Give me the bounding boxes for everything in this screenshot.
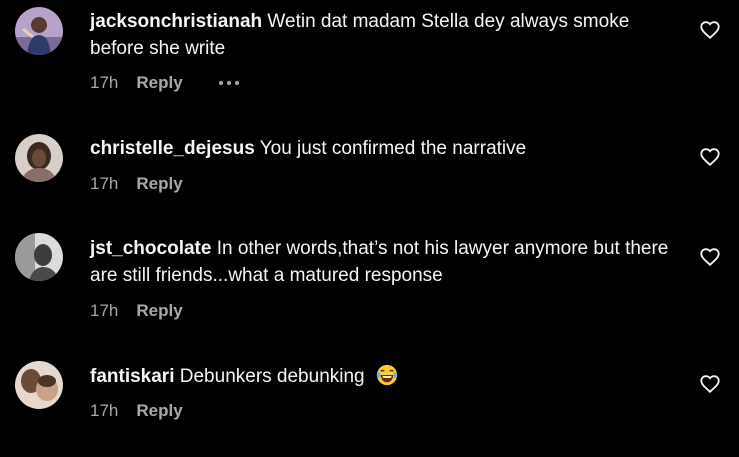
heart-outline-icon[interactable] bbox=[699, 373, 721, 395]
heart-outline-icon[interactable] bbox=[699, 19, 721, 41]
avatar[interactable] bbox=[15, 233, 63, 281]
more-options-icon[interactable] bbox=[217, 77, 241, 89]
reply-button[interactable]: Reply bbox=[136, 73, 182, 93]
heart-outline-icon[interactable] bbox=[699, 146, 721, 168]
avatar[interactable] bbox=[15, 361, 63, 409]
comment-timestamp: 17h bbox=[90, 73, 119, 92]
reply-button[interactable]: Reply bbox=[136, 401, 182, 421]
comment-username[interactable]: jst_chocolate bbox=[90, 238, 211, 259]
comment-username[interactable]: christelle_dejesus bbox=[90, 138, 255, 159]
comment-body: jacksonchristianah Wetin dat madam Stell… bbox=[90, 8, 680, 62]
comment-username[interactable]: fantiskari bbox=[90, 366, 174, 387]
reply-button[interactable]: Reply bbox=[136, 301, 182, 321]
comment-meta: 17h Reply bbox=[90, 401, 183, 421]
comment-meta: 17h Reply bbox=[90, 301, 183, 321]
avatar[interactable] bbox=[15, 134, 63, 182]
comment-timestamp: 17h bbox=[90, 401, 119, 420]
comment-timestamp: 17h bbox=[90, 301, 119, 320]
heart-outline-icon[interactable] bbox=[699, 246, 721, 268]
comment-item: jst_chocolate In other words,that’s not … bbox=[0, 225, 739, 350]
comment-item: christelle_dejesus You just confirmed th… bbox=[0, 110, 739, 225]
comment-text: You just confirmed the narrative bbox=[259, 138, 527, 159]
laughing-tears-emoji bbox=[376, 364, 398, 386]
comment-timestamp: 17h bbox=[90, 174, 119, 193]
comment-body: fantiskari Debunkers debunking bbox=[90, 363, 680, 390]
avatar[interactable] bbox=[15, 7, 63, 55]
comment-item: fantiskari Debunkers debunking 17h Reply bbox=[0, 350, 739, 457]
reply-button[interactable]: Reply bbox=[136, 174, 182, 194]
comment-text: Debunkers debunking bbox=[179, 366, 365, 387]
comment-username[interactable]: jacksonchristianah bbox=[90, 11, 262, 32]
comment-body: christelle_dejesus You just confirmed th… bbox=[90, 135, 680, 162]
comment-meta: 17h Reply bbox=[90, 73, 241, 93]
comment-body: jst_chocolate In other words,that’s not … bbox=[90, 235, 680, 289]
comment-item: jacksonchristianah Wetin dat madam Stell… bbox=[0, 0, 739, 110]
comment-meta: 17h Reply bbox=[90, 174, 183, 194]
